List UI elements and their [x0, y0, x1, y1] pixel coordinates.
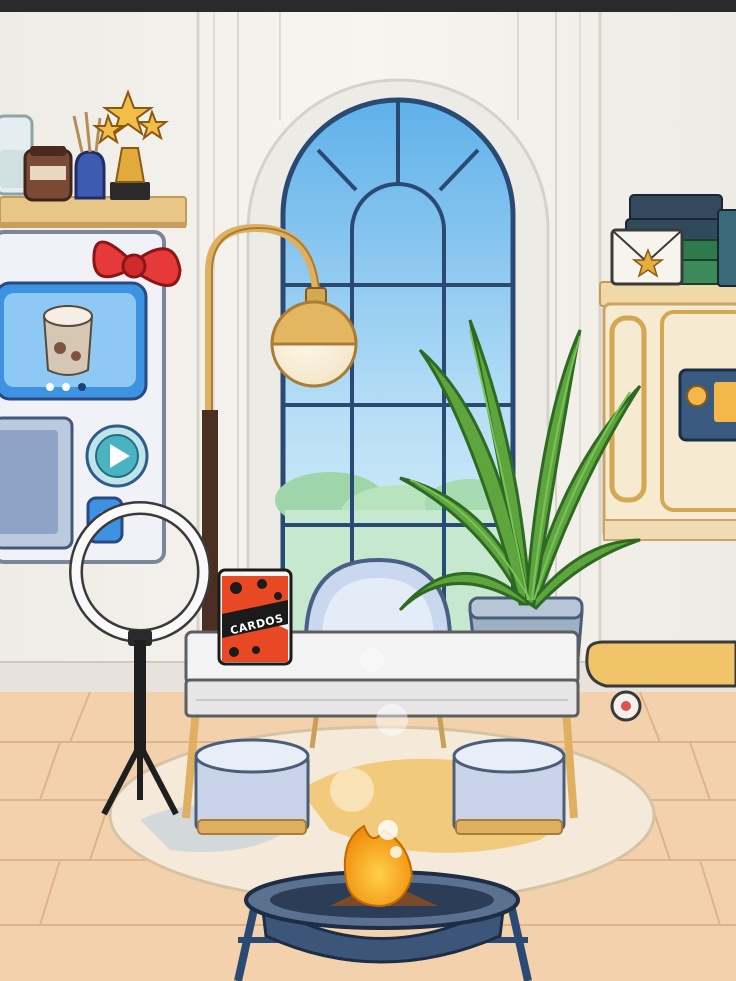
safe-keypad[interactable]: [678, 368, 736, 442]
carousel-dot[interactable]: [46, 383, 54, 391]
carousel-dot-active[interactable]: [78, 383, 86, 391]
screen-carousel-dots: [46, 383, 86, 391]
left-stool[interactable]: [194, 738, 310, 835]
right-stool[interactable]: [452, 738, 566, 835]
screen-bezel: [0, 0, 736, 12]
star-envelope-icon[interactable]: [610, 228, 684, 286]
game-room-scene: CARDOS: [0, 0, 736, 981]
candle-jar-icon: [23, 146, 73, 202]
play-button[interactable]: [85, 424, 149, 488]
card-box-icon[interactable]: [217, 568, 293, 666]
carousel-dot[interactable]: [62, 383, 70, 391]
safe-dial-icon: [686, 385, 708, 407]
milkshake-cup-icon: [42, 305, 94, 376]
